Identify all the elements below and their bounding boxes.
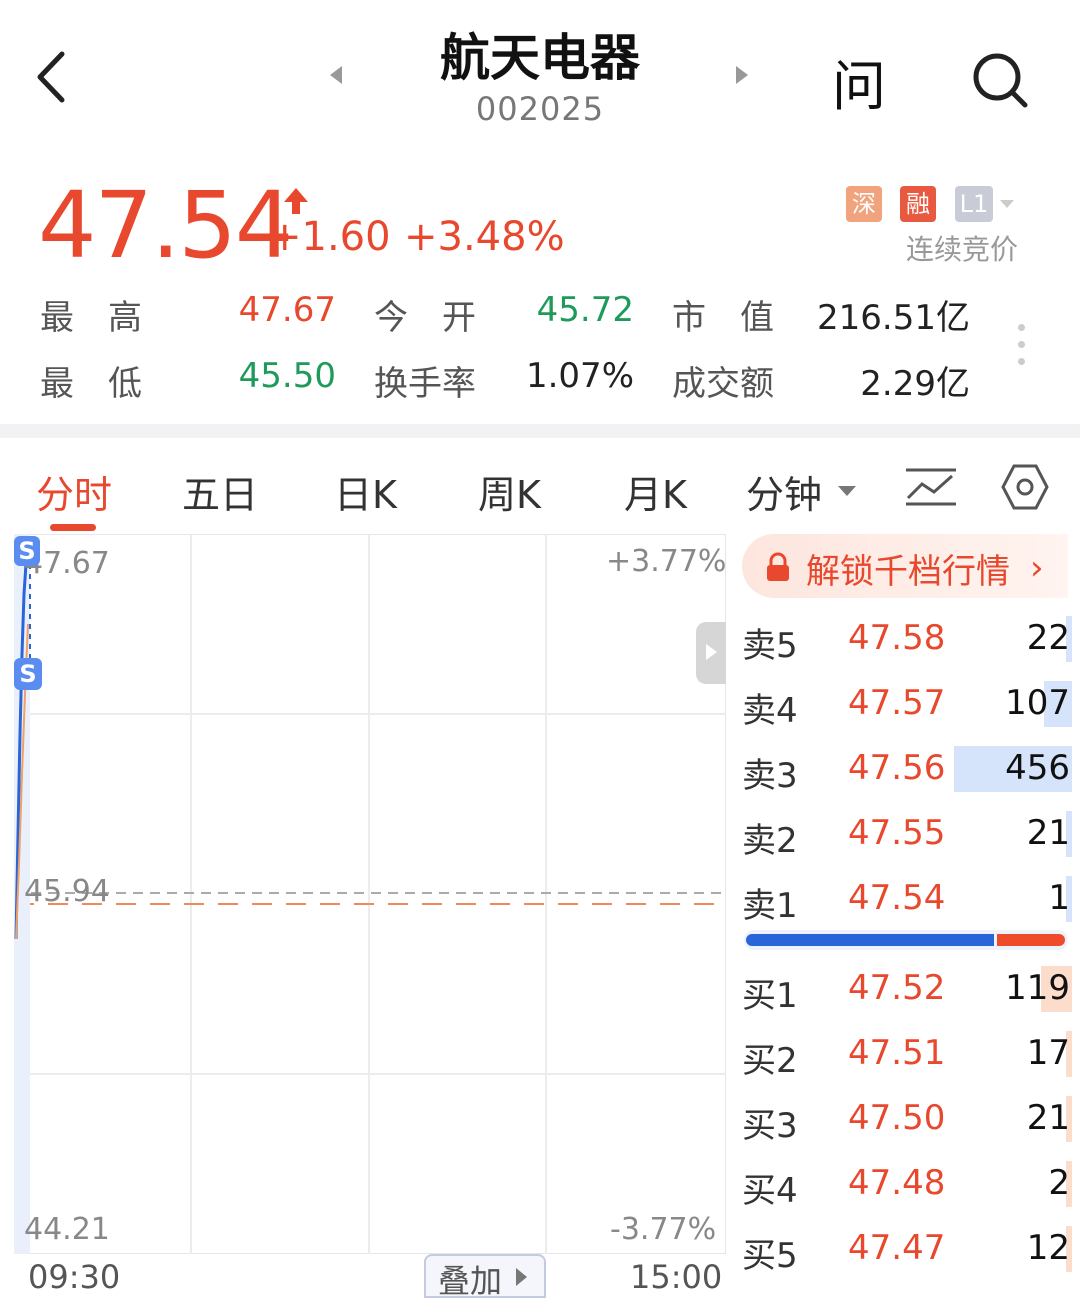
sell-level-volume: 21 xyxy=(1026,813,1070,853)
trade-marker-icon[interactable]: S xyxy=(14,658,42,690)
sell-order-row: 卖5 47.58 22 xyxy=(742,614,1072,670)
buy-ratio-bar xyxy=(997,934,1065,946)
chevron-right-icon xyxy=(706,644,717,660)
sell-order-row: 卖3 47.56 456 xyxy=(742,744,1072,800)
price-change-pct: +3.48% xyxy=(404,214,565,260)
sell-order-row: 卖4 47.57 107 xyxy=(742,679,1072,735)
stat-value-open: 45.72 xyxy=(536,290,634,330)
buy-level-volume: 12 xyxy=(1026,1228,1070,1268)
overlay-label: 叠加 xyxy=(438,1262,503,1300)
stock-code: 002025 xyxy=(475,90,605,128)
stat-label-turnover: 换手率 xyxy=(374,364,476,404)
sell-level-label: 卖2 xyxy=(742,821,798,861)
search-icon[interactable] xyxy=(970,50,1030,110)
buy-level-label: 买3 xyxy=(742,1106,798,1146)
stat-label-high: 最 高 xyxy=(40,298,142,338)
tab-indicator xyxy=(50,524,96,531)
chevron-down-icon[interactable] xyxy=(838,486,856,496)
buy-level-volume: 17 xyxy=(1026,1033,1070,1073)
sell-order-row: 卖2 47.55 21 xyxy=(742,809,1072,865)
sell-level-price: 47.55 xyxy=(848,813,946,853)
level1-badge[interactable]: L1 xyxy=(955,186,993,222)
section-divider xyxy=(0,424,1080,438)
next-stock-icon[interactable] xyxy=(736,66,748,84)
sell-order-row: 卖1 47.54 1 xyxy=(742,874,1072,930)
tab-monthly-k[interactable]: 月K xyxy=(624,464,687,519)
unlock-depth-label: 解锁千档行情 xyxy=(806,552,1010,592)
lock-icon xyxy=(767,552,789,581)
sell-level-label: 卖1 xyxy=(742,886,798,926)
trading-status: 连续竞价 xyxy=(906,233,1019,266)
intraday-chart[interactable] xyxy=(14,534,726,1254)
buy-level-price: 47.51 xyxy=(848,1033,946,1073)
sell-level-price: 47.54 xyxy=(848,878,946,918)
sell-level-label: 卖4 xyxy=(742,691,798,731)
sell-level-price: 47.57 xyxy=(848,683,946,723)
buy-level-label: 买2 xyxy=(742,1041,798,1081)
price-change: +1.60 xyxy=(268,214,391,260)
buy-level-volume: 2 xyxy=(1048,1163,1070,1203)
sell-level-volume: 22 xyxy=(1026,618,1070,658)
tab-intraday[interactable]: 分时 xyxy=(36,464,112,519)
chart-low-label: 44.21 xyxy=(24,1212,110,1247)
trade-marker-icon[interactable]: S xyxy=(14,536,40,566)
stat-value-turnover: 1.07% xyxy=(525,356,634,396)
more-stats-icon[interactable] xyxy=(1018,324,1026,375)
sell-level-label: 卖3 xyxy=(742,756,798,796)
buy-order-row: 买4 47.48 2 xyxy=(742,1159,1072,1215)
level-dropdown-icon[interactable] xyxy=(1000,200,1014,208)
buy-level-label: 买4 xyxy=(742,1171,798,1211)
sell-ratio-bar xyxy=(746,934,994,946)
chevron-right-icon: › xyxy=(1030,548,1044,588)
buy-level-volume: 21 xyxy=(1026,1098,1070,1138)
indicator-icon[interactable] xyxy=(904,466,958,508)
chart-high-pct: +3.77% xyxy=(606,544,727,579)
sell-level-label: 卖5 xyxy=(742,626,798,666)
tab-five-day[interactable]: 五日 xyxy=(182,464,258,519)
shenzhen-badge: 深 xyxy=(846,186,882,222)
buy-level-price: 47.48 xyxy=(848,1163,946,1203)
chart-grid xyxy=(14,534,726,1254)
sell-level-price: 47.56 xyxy=(848,748,946,788)
buy-level-price: 47.47 xyxy=(848,1228,946,1268)
stat-value-mktcap: 216.51亿 xyxy=(817,298,970,338)
stat-label-open: 今 开 xyxy=(374,298,476,338)
settings-icon[interactable] xyxy=(1000,462,1050,512)
stat-value-high: 47.67 xyxy=(238,290,336,330)
margin-badge: 融 xyxy=(900,186,936,222)
tab-minute[interactable]: 分钟 xyxy=(746,464,822,519)
sell-level-volume: 107 xyxy=(1005,683,1070,723)
sell-level-price: 47.58 xyxy=(848,618,946,658)
buy-order-row: 买5 47.47 12 xyxy=(742,1224,1072,1280)
tab-weekly-k[interactable]: 周K xyxy=(478,464,541,519)
stat-value-low: 45.50 xyxy=(238,356,336,396)
buy-order-row: 买1 47.52 119 xyxy=(742,964,1072,1020)
buy-level-price: 47.52 xyxy=(848,968,946,1008)
buy-level-volume: 119 xyxy=(1005,968,1070,1008)
sell-level-volume: 1 xyxy=(1048,878,1070,918)
stat-label-amount: 成交额 xyxy=(672,364,774,404)
up-arrow-icon xyxy=(284,188,308,214)
stock-name: 航天电器 xyxy=(440,29,640,87)
buy-level-label: 买1 xyxy=(742,976,798,1016)
buy-level-label: 买5 xyxy=(742,1236,798,1276)
tab-daily-k[interactable]: 日K xyxy=(334,464,397,519)
play-icon xyxy=(516,1268,527,1286)
time-end-label: 15:00 xyxy=(630,1258,723,1296)
stat-value-amount: 2.29亿 xyxy=(860,364,970,404)
sell-level-volume: 456 xyxy=(1005,748,1070,788)
current-price: 47.54 xyxy=(38,172,293,279)
chart-low-pct: -3.77% xyxy=(610,1212,717,1247)
stat-label-low: 最 低 xyxy=(40,364,142,404)
chart-preclose-label: 45.94 xyxy=(24,874,110,909)
stat-label-mktcap: 市 值 xyxy=(672,298,774,338)
ask-button[interactable]: 问 xyxy=(832,42,886,121)
buy-order-row: 买2 47.51 17 xyxy=(742,1029,1072,1085)
time-start-label: 09:30 xyxy=(28,1258,121,1296)
buy-level-price: 47.50 xyxy=(848,1098,946,1138)
buy-order-row: 买3 47.50 21 xyxy=(742,1094,1072,1150)
